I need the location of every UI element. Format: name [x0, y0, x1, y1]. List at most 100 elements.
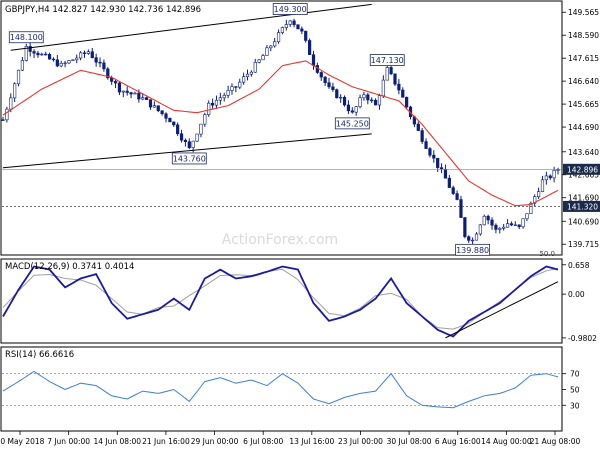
candle-body: [129, 92, 133, 95]
candle-body: [486, 215, 490, 221]
price-tag-label: 142.896: [567, 165, 598, 174]
candle-body: [242, 76, 246, 83]
candle-body: [424, 141, 428, 149]
macd-title: MACD(12,26,9) 0.3741 0.4014: [5, 262, 134, 272]
candle-body: [373, 99, 378, 106]
candle-body: [94, 57, 98, 63]
candle-body: [552, 170, 556, 179]
candle-body: [439, 167, 444, 170]
x-axis-tick-label: 30 Jul 08:00: [387, 437, 432, 446]
rsi-y-tick-label: 70: [570, 370, 580, 379]
candle-body: [36, 52, 40, 56]
candle-body: [432, 154, 436, 159]
candle-body: [273, 41, 277, 47]
price-y-tick-label: 143.640: [568, 148, 599, 157]
candle-body: [117, 82, 122, 93]
candle-body: [59, 63, 63, 67]
candle-body: [16, 69, 21, 85]
candle-body: [420, 130, 424, 142]
x-axis-tick-label: 13 Jul 16:00: [289, 437, 334, 446]
candle-body: [548, 175, 552, 179]
candle-body: [133, 92, 137, 95]
candle-body: [342, 96, 347, 106]
candle-body: [210, 102, 215, 106]
candle-body: [513, 224, 517, 226]
candle-body: [393, 73, 397, 85]
candle-body: [207, 102, 211, 115]
candle-body: [443, 168, 448, 179]
candle-body: [505, 223, 510, 228]
candle-body: [381, 79, 385, 97]
candle-body: [451, 187, 455, 194]
rsi-y-tick-label: 50: [570, 386, 580, 395]
rsi-panel-frame: [0, 346, 563, 432]
candle-body: [32, 51, 36, 54]
candle-body: [455, 193, 459, 200]
annotation-label: 143.760: [173, 154, 206, 163]
candle-body: [164, 113, 168, 119]
candle-body: [478, 224, 482, 235]
watermark: ActionForex.com: [222, 232, 338, 248]
candle-body: [51, 58, 56, 61]
candle-body: [179, 133, 184, 141]
candle-body: [230, 86, 234, 91]
candle-body: [354, 106, 358, 113]
candle-body: [102, 62, 106, 70]
candle-body: [401, 89, 405, 98]
candle-body: [319, 72, 323, 78]
candle-body: [98, 61, 102, 64]
candle-body: [113, 81, 118, 84]
price-y-tick-label: 147.615: [568, 54, 599, 63]
x-axis-tick-label: 23 Jul 00:00: [338, 437, 383, 446]
candle-body: [436, 157, 440, 168]
candle-body: [284, 24, 288, 28]
candle-body: [331, 86, 335, 90]
candle-body: [28, 46, 32, 52]
annotation-label: 139.880: [456, 246, 489, 255]
candle-body: [257, 59, 261, 63]
candle-body: [525, 213, 529, 220]
candle-body: [5, 108, 9, 121]
candle-body: [447, 177, 451, 188]
annotation-label: 145.250: [336, 119, 369, 128]
candle-body: [339, 96, 343, 99]
candle-body: [160, 110, 164, 115]
price-y-axis: 149.565 148.590 147.615 146.640 145.665 144.6…: [562, 8, 600, 249]
macd-y-axis: 0.658 0.00 -0.9802: [562, 261, 597, 343]
rsi-y-axis: 70 50 30: [562, 370, 580, 410]
price-y-tick-label: 148.590: [568, 31, 599, 40]
candle-body: [362, 94, 366, 99]
candle-body: [540, 179, 545, 192]
candle-body: [288, 20, 292, 25]
candle-body: [121, 90, 125, 93]
candle-body: [471, 239, 475, 242]
candle-body: [20, 60, 25, 71]
x-axis-tick-label: 30 May 2018: [0, 437, 45, 446]
candle-body: [265, 47, 269, 56]
candle-body: [9, 97, 13, 110]
price-panel-frame: [0, 0, 563, 256]
x-axis-tick-label: 21 Aug 08:00: [530, 437, 581, 446]
candle-body: [517, 224, 521, 228]
price-panel: 148.100 149.300 147.130 145.250 143.760 139.8…: [0, 0, 600, 258]
candle-body: [191, 140, 195, 148]
candle-body: [366, 94, 370, 101]
candle-body: [308, 40, 312, 55]
candle-body: [536, 191, 541, 198]
candle-body: [55, 59, 59, 67]
candle-body: [222, 95, 226, 99]
price-y-tick-label: 149.565: [568, 8, 599, 17]
price-y-tick-label: 146.640: [568, 77, 599, 86]
candle-body: [494, 224, 498, 230]
candle-body: [148, 99, 153, 108]
candle-body: [253, 62, 257, 73]
candle-body: [521, 218, 525, 228]
candle-body: [249, 71, 253, 75]
candle-body: [183, 139, 188, 143]
candle-body: [311, 54, 316, 66]
x-axis-tick-label: 29 Jun 00:00: [191, 437, 239, 446]
price-y-tick-label: 140.690: [568, 217, 599, 226]
candle-body: [195, 133, 199, 142]
candle-body: [474, 233, 479, 241]
candle-body: [397, 83, 401, 91]
